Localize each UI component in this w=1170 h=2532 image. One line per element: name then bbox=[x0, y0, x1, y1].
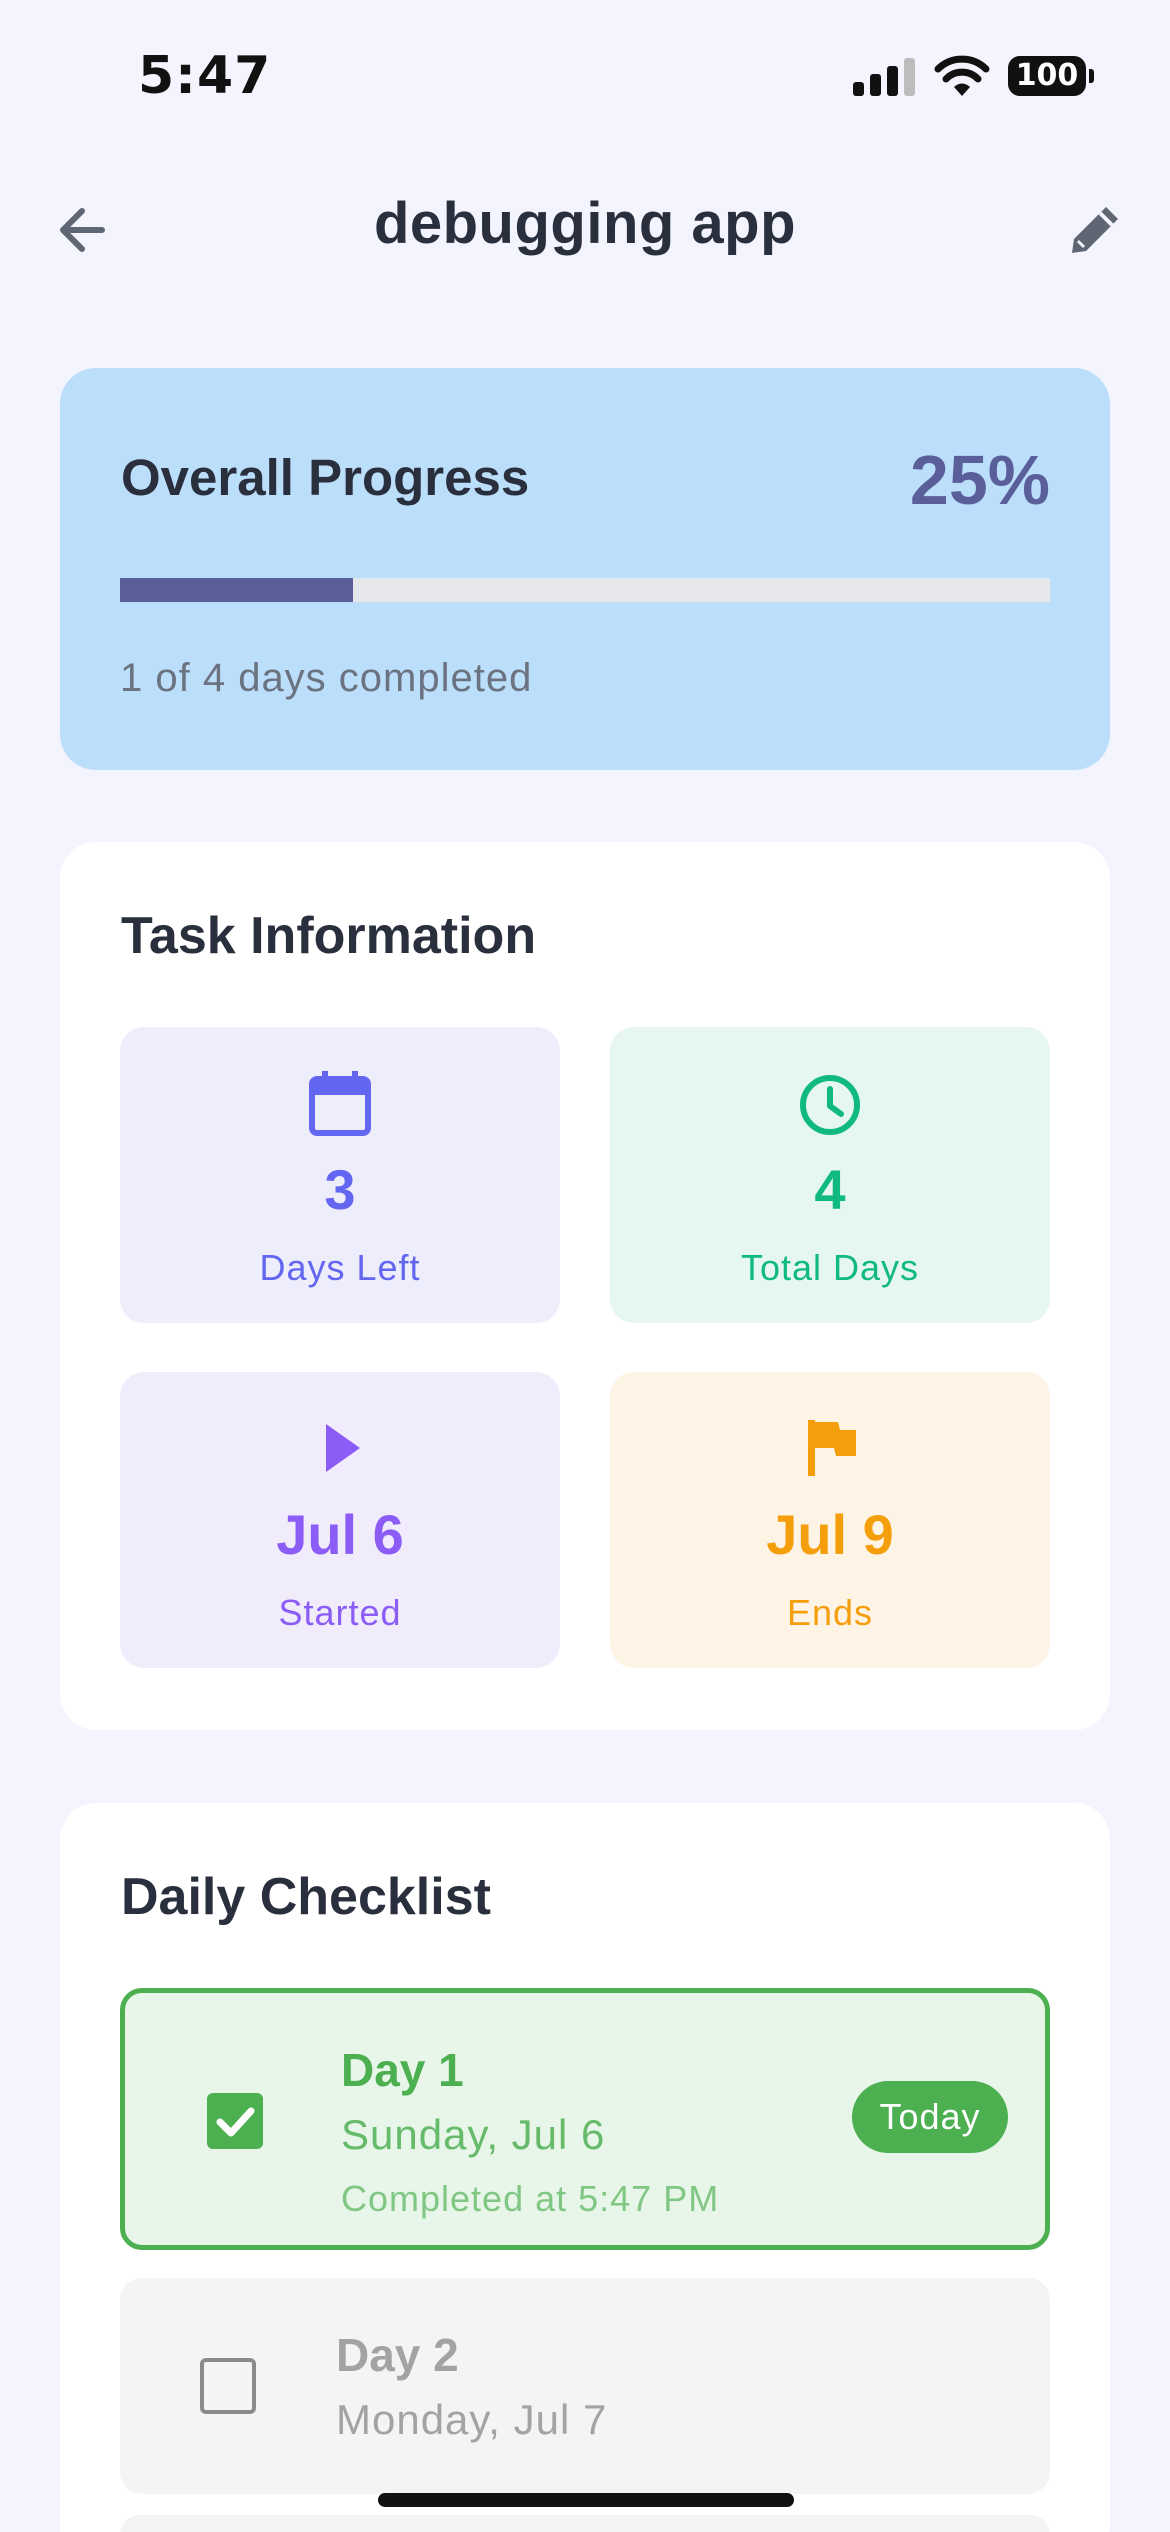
checkbox-checked[interactable] bbox=[207, 2093, 263, 2149]
checkbox-unchecked[interactable] bbox=[200, 2358, 256, 2414]
info-tile-started: Jul 6 Started bbox=[120, 1372, 560, 1668]
play-icon bbox=[326, 1424, 360, 1472]
today-badge: Today bbox=[852, 2081, 1008, 2153]
checklist-item-day-1[interactable]: Day 1 Sunday, Jul 6 Completed at 5:47 PM… bbox=[120, 1988, 1050, 2250]
progress-bar-fill bbox=[120, 578, 353, 602]
progress-card: Overall Progress 25% 1 of 4 days complet… bbox=[60, 368, 1110, 770]
battery-icon: 100 bbox=[1008, 56, 1094, 96]
info-tile-days-left: 3 Days Left bbox=[120, 1027, 560, 1323]
info-tile-total-days: 4 Total Days bbox=[610, 1027, 1050, 1323]
day-date: Monday, Jul 7 bbox=[336, 2396, 608, 2443]
tile-value: 3 bbox=[324, 1158, 356, 1221]
pencil-icon[interactable] bbox=[1060, 195, 1130, 265]
signal-icon bbox=[853, 56, 915, 96]
tile-label: Ends bbox=[786, 1592, 874, 1633]
checklist-item-peek bbox=[120, 2515, 1050, 2532]
clock-icon bbox=[800, 1075, 860, 1135]
flag-icon bbox=[808, 1420, 856, 1476]
task-information-card: Task Information 3 Days Left 4 Total Day… bbox=[60, 842, 1110, 1730]
header: debugging app bbox=[0, 160, 1170, 290]
day-date: Sunday, Jul 6 bbox=[341, 2111, 606, 2158]
check-icon bbox=[216, 2107, 255, 2137]
status-time: 5:47 bbox=[138, 46, 272, 106]
status-bar: 5:47 100 bbox=[0, 0, 1170, 150]
progress-percent: 25% bbox=[909, 441, 1050, 519]
section-title: Task Information bbox=[121, 907, 537, 965]
page-title: debugging app bbox=[373, 191, 797, 256]
home-indicator bbox=[378, 2493, 794, 2507]
tile-label: Total Days bbox=[740, 1247, 920, 1288]
day-completed-note: Completed at 5:47 PM bbox=[341, 2178, 720, 2219]
section-title: Daily Checklist bbox=[121, 1868, 491, 1926]
wifi-icon bbox=[934, 55, 990, 96]
tile-label: Started bbox=[278, 1592, 402, 1633]
day-title: Day 2 bbox=[336, 2329, 459, 2381]
tile-value: Jul 6 bbox=[276, 1503, 404, 1566]
info-tile-ends: Jul 9 Ends bbox=[610, 1372, 1050, 1668]
progress-subtitle: 1 of 4 days completed bbox=[120, 656, 533, 700]
progress-title: Overall Progress bbox=[121, 449, 530, 506]
daily-checklist-card: Daily Checklist Day 1 Sunday, Jul 6 Comp… bbox=[60, 1803, 1110, 2532]
checklist-item-day-2[interactable]: Day 2 Monday, Jul 7 bbox=[120, 2278, 1050, 2494]
tile-label: Days Left bbox=[259, 1247, 421, 1288]
day-title: Day 1 bbox=[341, 2044, 464, 2096]
tile-value: 4 bbox=[814, 1158, 846, 1221]
progress-bar bbox=[120, 578, 1050, 602]
tile-value: Jul 9 bbox=[766, 1503, 894, 1566]
calendar-icon bbox=[309, 1071, 371, 1136]
